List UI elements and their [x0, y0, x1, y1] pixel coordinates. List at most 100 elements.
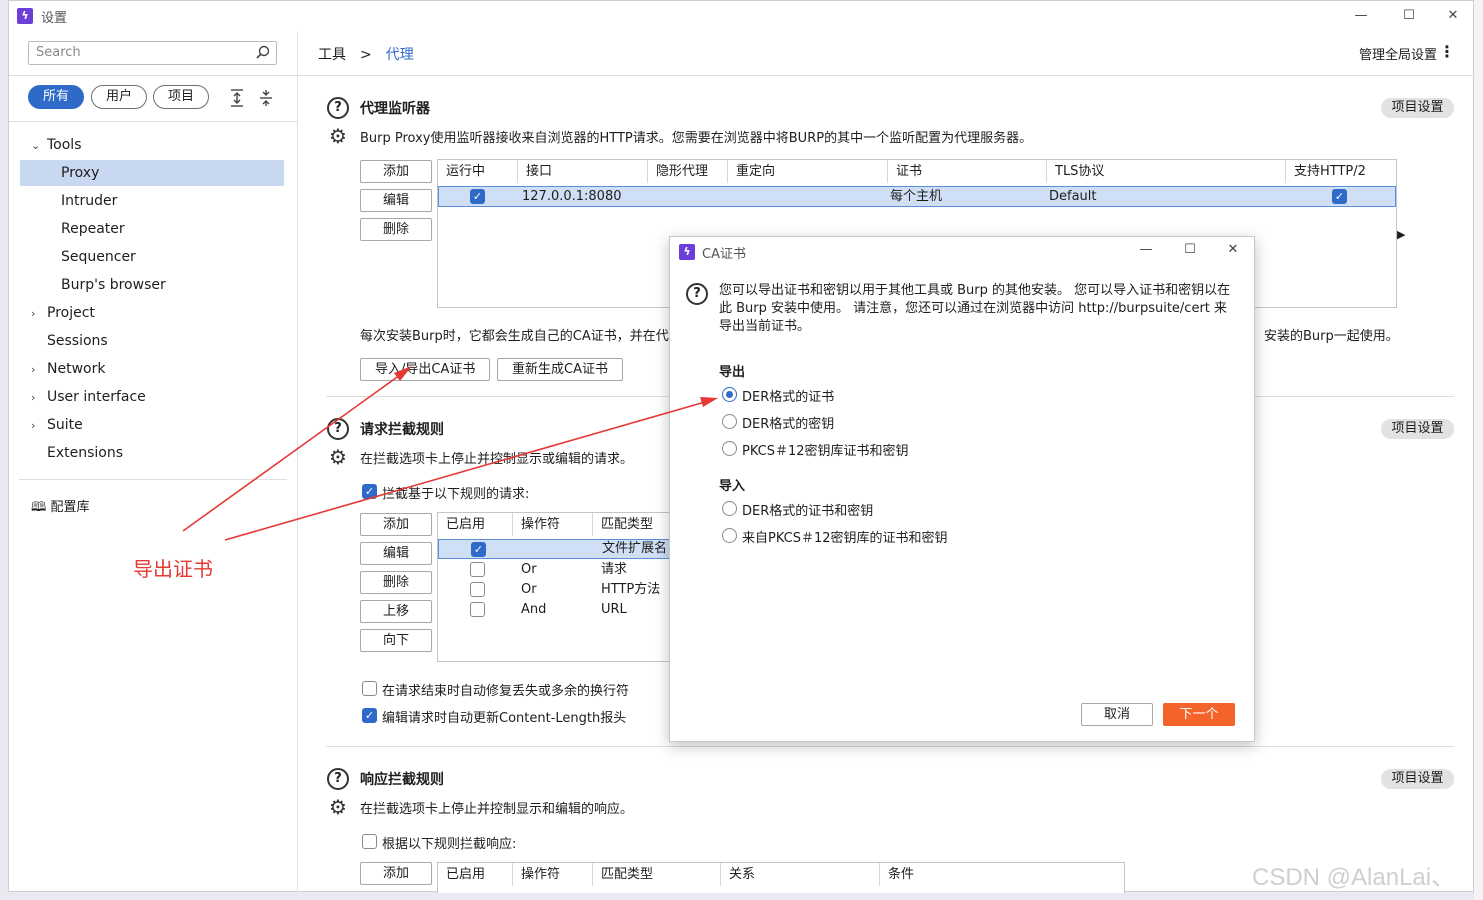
import-der-radio[interactable]: [722, 501, 737, 516]
col-condition[interactable]: 条件: [880, 863, 1124, 886]
import-export-ca-button[interactable]: 导入/导出CA证书: [360, 358, 491, 381]
config-library-link[interactable]: 🕮 配置库: [31, 496, 89, 520]
tree-item-tools[interactable]: ⌄ Tools: [31, 132, 295, 158]
http2-checkbox[interactable]: ✓: [1332, 189, 1347, 204]
add-rule-button[interactable]: 添加: [360, 513, 432, 536]
help-icon[interactable]: ?: [327, 768, 349, 790]
minimize-icon[interactable]: —: [1347, 5, 1375, 27]
enabled-checkbox[interactable]: [470, 562, 485, 577]
import-pkcs12-label[interactable]: 来自PKCS＃12密钥库的证书和密钥: [742, 527, 948, 546]
tree-item-sequencer[interactable]: Sequencer: [61, 244, 281, 270]
intercept-requests-checkbox[interactable]: ✓: [362, 484, 377, 499]
col-http2[interactable]: 支持HTTP/2: [1286, 160, 1396, 183]
gear-icon[interactable]: ⚙: [327, 446, 349, 468]
intercept-responses-checkbox[interactable]: [362, 834, 377, 849]
window-title: 设置: [41, 11, 68, 26]
collapse-all-icon[interactable]: [258, 89, 274, 107]
tree-item-burp-browser[interactable]: Burp's browser: [61, 272, 281, 298]
move-down-button[interactable]: 向下: [360, 629, 432, 652]
tree-item-sessions[interactable]: Sessions: [47, 328, 287, 354]
info-question-icon: ?: [686, 283, 708, 305]
table-row[interactable]: Or 请求: [438, 560, 688, 580]
move-up-button[interactable]: 上移: [360, 600, 432, 623]
maximize-icon[interactable]: ☐: [1176, 239, 1204, 261]
breadcrumb-separator: >: [360, 47, 372, 63]
tree-item-repeater[interactable]: Repeater: [61, 216, 281, 242]
interface-cell: 127.0.0.1:8080: [522, 189, 622, 204]
regenerate-ca-button[interactable]: 重新生成CA证书: [497, 358, 623, 381]
col-enabled[interactable]: 已启用: [438, 863, 513, 886]
col-match-type[interactable]: 匹配类型: [593, 863, 721, 886]
enabled-checkbox[interactable]: [470, 602, 485, 617]
import-pkcs12-radio[interactable]: [722, 528, 737, 543]
col-interface[interactable]: 接口: [518, 160, 648, 183]
search-icon[interactable]: [256, 45, 270, 59]
help-icon[interactable]: ?: [327, 97, 349, 119]
scroll-right-icon[interactable]: ▶: [1397, 228, 1405, 241]
col-certificate[interactable]: 证书: [888, 160, 1047, 183]
col-tls[interactable]: TLS协议: [1047, 160, 1286, 183]
filter-user-button[interactable]: 用户: [91, 85, 147, 109]
divider: [9, 75, 298, 76]
fix-newlines-checkbox[interactable]: [362, 681, 377, 696]
tree-item-project[interactable]: › Project: [31, 300, 295, 326]
col-operator[interactable]: 操作符: [513, 863, 593, 886]
more-options-icon[interactable]: ⋮: [1439, 42, 1455, 61]
export-der-key-radio[interactable]: [722, 414, 737, 429]
col-relationship[interactable]: 关系: [721, 863, 880, 886]
manage-global-settings-link[interactable]: 管理全局设置: [1359, 44, 1437, 63]
fix-newlines-label: 在请求结束时自动修复丢失或多余的换行符: [382, 684, 630, 699]
export-der-key-label[interactable]: DER格式的密钥: [742, 413, 834, 432]
remove-listener-button[interactable]: 删除: [360, 218, 432, 241]
tree-item-suite[interactable]: › Suite: [31, 412, 295, 438]
dialog-title: CA证书: [702, 247, 746, 262]
export-der-cert-label[interactable]: DER格式的证书: [742, 386, 834, 405]
table-row[interactable]: Or HTTP方法: [438, 580, 688, 600]
tree-item-user-interface[interactable]: › User interface: [31, 384, 295, 410]
next-button[interactable]: 下一个: [1163, 703, 1235, 726]
filter-project-button[interactable]: 项目: [153, 85, 209, 109]
export-pkcs12-label[interactable]: PKCS＃12密钥库证书和密钥: [742, 440, 909, 459]
edit-rule-button[interactable]: 编辑: [360, 542, 432, 565]
breadcrumb: 工具 > 代理: [318, 44, 414, 64]
col-running[interactable]: 运行中: [438, 160, 518, 183]
table-row[interactable]: ✓ 127.0.0.1:8080 每个主机 Default ✓: [438, 186, 1396, 207]
close-icon[interactable]: ✕: [1439, 5, 1467, 27]
export-der-cert-radio[interactable]: [722, 387, 737, 402]
running-checkbox[interactable]: ✓: [470, 189, 485, 204]
tree-item-network[interactable]: › Network: [31, 356, 295, 382]
col-redirect[interactable]: 重定向: [728, 160, 888, 183]
enabled-checkbox[interactable]: ✓: [471, 542, 486, 557]
project-settings-button[interactable]: 项目设置: [1381, 98, 1454, 118]
edit-listener-button[interactable]: 编辑: [360, 189, 432, 212]
col-invisible[interactable]: 隐形代理: [648, 160, 728, 183]
cancel-button[interactable]: 取消: [1081, 703, 1153, 726]
enabled-checkbox[interactable]: [470, 582, 485, 597]
remove-rule-button[interactable]: 删除: [360, 571, 432, 594]
help-icon[interactable]: ?: [327, 418, 349, 440]
gear-icon[interactable]: ⚙: [327, 796, 349, 818]
search-input[interactable]: Search: [28, 41, 277, 65]
tree-item-intruder[interactable]: Intruder: [61, 188, 281, 214]
close-icon[interactable]: ✕: [1219, 239, 1247, 261]
project-settings-button[interactable]: 项目设置: [1381, 419, 1454, 439]
filter-all-button[interactable]: 所有: [28, 85, 84, 109]
tree-item-extensions[interactable]: Extensions: [47, 440, 287, 466]
add-listener-button[interactable]: 添加: [360, 160, 432, 183]
import-der-label[interactable]: DER格式的证书和密钥: [742, 500, 873, 519]
minimize-icon[interactable]: —: [1132, 239, 1160, 261]
breadcrumb-tools[interactable]: 工具: [318, 47, 346, 63]
col-enabled[interactable]: 已启用: [438, 513, 513, 536]
expand-all-icon[interactable]: [229, 89, 245, 107]
update-length-checkbox[interactable]: ✓: [362, 708, 377, 723]
gear-icon[interactable]: ⚙: [327, 125, 349, 147]
add-response-rule-button[interactable]: 添加: [360, 862, 432, 885]
table-row[interactable]: ✓ 文件扩展名: [438, 539, 688, 559]
table-row[interactable]: And URL: [438, 600, 688, 620]
dialog-info-text: 您可以导出证书和密钥以用于其他工具或 Burp 的其他安装。 您可以导入证书和密…: [719, 283, 1231, 334]
col-operator[interactable]: 操作符: [513, 513, 593, 536]
maximize-icon[interactable]: ☐: [1395, 5, 1423, 27]
project-settings-button[interactable]: 项目设置: [1381, 769, 1454, 789]
export-pkcs12-radio[interactable]: [722, 441, 737, 456]
tree-item-proxy[interactable]: Proxy: [20, 160, 284, 186]
